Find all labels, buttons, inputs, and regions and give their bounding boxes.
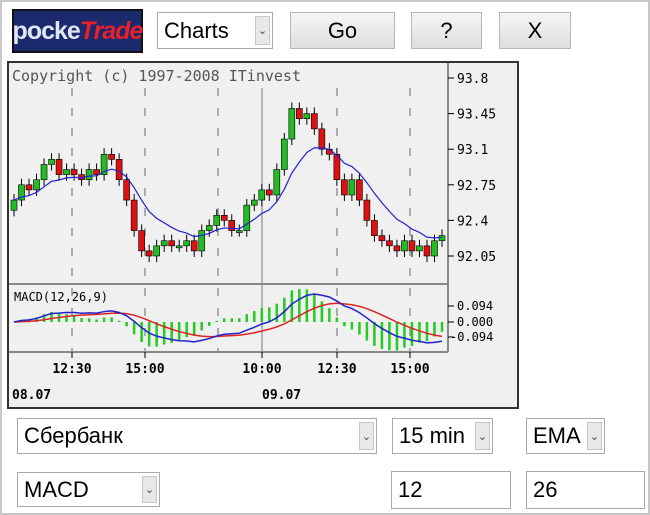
macd-tick-label: -0.094 [450, 330, 493, 344]
candle [70, 169, 78, 175]
candle [356, 179, 363, 201]
candle [138, 230, 145, 252]
candle [160, 240, 168, 247]
candle [168, 240, 175, 247]
date-label: 09.07 [262, 388, 301, 403]
candle [190, 240, 198, 252]
ma-type-value: EMA [533, 423, 581, 448]
candle [318, 128, 326, 150]
mode-select[interactable]: Charts ⌄ [157, 12, 273, 49]
interval-value: 15 min [399, 423, 466, 448]
candle [288, 108, 296, 140]
chevron-down-icon: ⌄ [255, 16, 270, 45]
security-select[interactable]: Сбербанк ⌄ [17, 418, 377, 454]
candle [258, 189, 266, 201]
candle [348, 179, 356, 196]
macd-label: MACD(12,26,9) [14, 290, 108, 304]
candle [296, 108, 303, 119]
candle [408, 240, 416, 252]
candle [55, 159, 63, 175]
candle [281, 138, 288, 170]
macd-tick-label: 0.094 [457, 299, 493, 313]
candle [423, 245, 431, 257]
chevron-down-icon: ⌄ [359, 422, 374, 450]
time-label: 15:00 [390, 362, 429, 377]
ema-line [13, 147, 443, 239]
candle [341, 179, 348, 196]
candle [220, 215, 228, 221]
candle [48, 159, 55, 165]
candle [371, 220, 378, 236]
chevron-down-icon: ⌄ [142, 476, 157, 503]
date-label: 08.07 [12, 388, 51, 403]
close-button[interactable]: X [499, 12, 571, 49]
signal-line [13, 302, 443, 338]
price-tick-label: 92.05 [457, 250, 496, 265]
logo-text: pocke [12, 16, 81, 45]
candle [243, 204, 251, 231]
candle [145, 250, 153, 257]
candle [386, 240, 393, 247]
candle [63, 169, 70, 175]
pockettrade-logo: pocke Trade [12, 9, 143, 53]
ma-type-select[interactable]: EMA ⌄ [526, 418, 605, 454]
price-chart: Copyright (c) 1997-2008 ITinvest MACD(12… [7, 61, 519, 409]
candle [183, 240, 191, 247]
candle [438, 235, 446, 242]
candle [431, 240, 438, 257]
candle [205, 225, 213, 231]
candle [153, 245, 160, 257]
candle [33, 179, 40, 191]
price-tick-label: 92.75 [457, 179, 496, 194]
chevron-down-icon: ⌄ [475, 422, 490, 450]
candle [250, 199, 258, 206]
candle [130, 199, 138, 231]
mode-select-value: Charts [164, 17, 229, 43]
candle [303, 113, 311, 119]
candle [25, 184, 33, 191]
candle [265, 189, 273, 196]
go-button[interactable]: Go [290, 12, 395, 49]
param1-input[interactable]: 12 [391, 471, 511, 509]
candle [175, 245, 183, 249]
candle [416, 245, 423, 252]
candle [93, 169, 100, 175]
macd-tick-label: 0.000 [457, 315, 493, 329]
candle [198, 230, 206, 252]
candle [273, 169, 281, 196]
candle [10, 199, 18, 211]
logo-text-trade: Trade [79, 16, 144, 45]
copyright-text: Copyright (c) 1997-2008 ITinvest [12, 67, 301, 85]
candle [235, 230, 243, 233]
candle [213, 215, 221, 226]
param2-input[interactable]: 26 [526, 471, 645, 509]
price-tick-label: 93.45 [457, 108, 496, 123]
time-label: 12:30 [52, 362, 91, 377]
candle [115, 159, 123, 181]
indicator-value: MACD [24, 476, 89, 502]
candle [363, 199, 371, 221]
chevron-down-icon: ⌄ [587, 422, 602, 450]
candle [108, 153, 115, 160]
security-value: Сбербанк [24, 423, 123, 448]
candle [401, 240, 408, 252]
indicator-select[interactable]: MACD ⌄ [17, 472, 160, 507]
candle [40, 164, 48, 181]
time-label: 15:00 [125, 362, 164, 377]
candle [393, 245, 401, 252]
time-label: 10:00 [242, 362, 281, 377]
candle [123, 179, 130, 201]
interval-select[interactable]: 15 min ⌄ [392, 418, 493, 454]
time-label: 12:30 [317, 362, 356, 377]
help-button[interactable]: ? [411, 12, 482, 49]
candle [85, 169, 93, 181]
candle [378, 235, 386, 242]
price-tick-label: 93.8 [457, 72, 488, 87]
price-tick-label: 93.1 [457, 143, 488, 158]
candle [311, 113, 318, 130]
price-tick-label: 92.4 [457, 214, 488, 229]
